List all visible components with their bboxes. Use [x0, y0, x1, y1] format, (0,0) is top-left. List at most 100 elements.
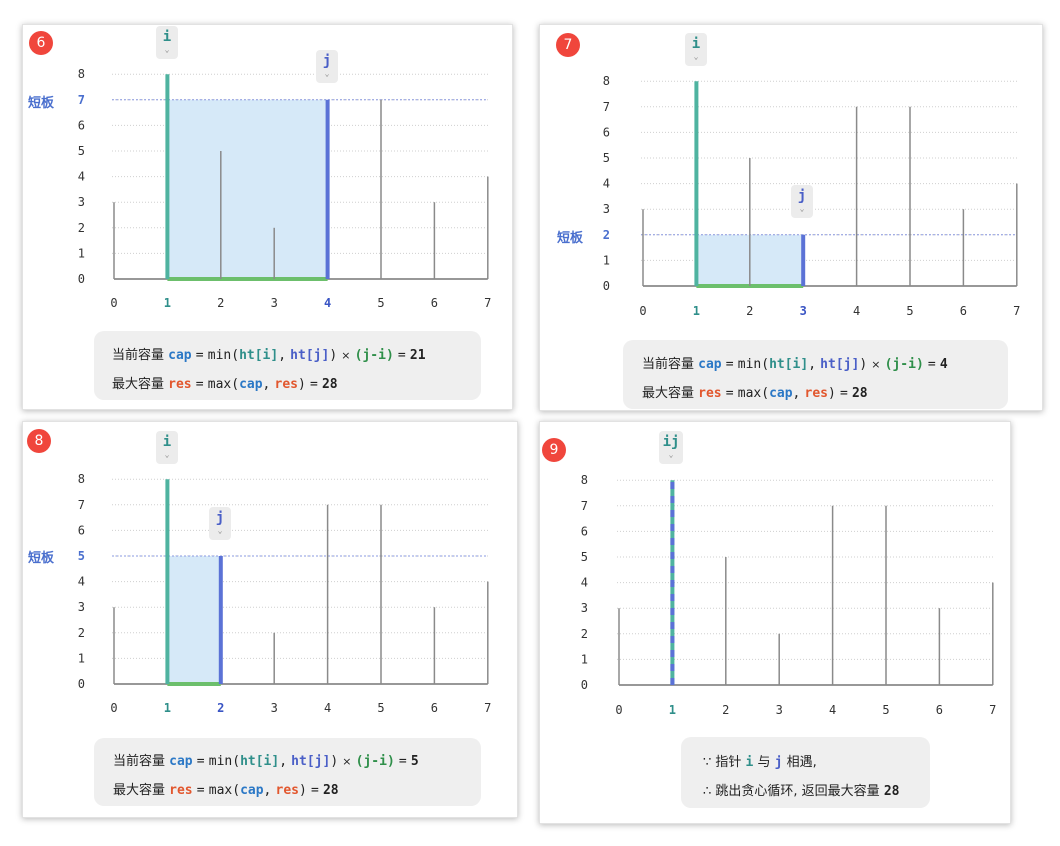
chevron-down-icon: ⌄: [164, 450, 170, 459]
step-badge: 6: [29, 31, 53, 55]
water-area: [167, 556, 221, 684]
panel-step-9: 0 1 2 3 4 5 6 7 8 0 1 2 3 4 5 6 7 9 ij ⌄ ∵ 指针 i 与 j 相遇, ∴…: [539, 421, 1011, 824]
pointer-j-label: j: [215, 510, 225, 526]
panel-step-8: 01234567801234567 8 i ⌄ j ⌄ 短板 当前容量 cap = …: [22, 421, 518, 818]
current-capacity-value: 4: [939, 357, 948, 372]
panel-step-7: 01234567801234567 7 i ⌄ j ⌄ 短板 当前容量 cap = …: [539, 24, 1043, 411]
x-tick-label: 0: [110, 296, 117, 310]
chevron-down-icon: ⌄: [693, 52, 699, 61]
chevron-down-icon: ⌄: [164, 45, 170, 54]
x-tick-label: 1: [693, 304, 700, 318]
x-tick-label: 5: [377, 296, 384, 310]
y-tick-label: 7: [78, 498, 85, 512]
x-tick-label: 6: [431, 701, 438, 715]
current-capacity-value: 5: [410, 754, 419, 769]
y-tick-label: 4: [78, 575, 85, 589]
x-tick-label: 5: [906, 304, 913, 318]
panel-step-6: 01234567801234567 6 i ⌄ j ⌄ 短板 当前容量 cap = …: [22, 24, 513, 410]
return-result-line: ∴ 跳出贪心循环, 返回最大容量 28: [703, 784, 900, 799]
y-tick-label: 8: [603, 74, 610, 88]
pointer-i: i ⌄: [685, 33, 707, 66]
y-tick-label: 7: [78, 93, 85, 107]
y-tick-label: 5: [581, 550, 588, 564]
conclusion-box: ∵ 指针 i 与 j 相遇, ∴ 跳出贪心循环, 返回最大容量 28: [681, 737, 930, 808]
y-tick-label: 8: [78, 472, 85, 486]
y-tick-label: 0: [78, 272, 85, 286]
x-tick-label: 3: [776, 703, 783, 717]
y-tick-label: 6: [581, 524, 588, 538]
x-tick-label: 7: [484, 701, 491, 715]
x-tick-label: 7: [484, 296, 491, 310]
x-tick-label: 4: [829, 703, 836, 717]
chevron-down-icon: ⌄: [217, 526, 223, 535]
x-tick-label: 6: [960, 304, 967, 318]
chevron-down-icon: ⌄: [324, 69, 330, 78]
pointers-meet-line: ∵ 指针 i 与 j 相遇,: [703, 755, 817, 770]
x-tick-label: 4: [324, 701, 331, 715]
y-tick-label: 3: [581, 601, 588, 615]
x-tick-label: 4: [853, 304, 860, 318]
y-tick-label: 6: [78, 118, 85, 132]
step-badge: 7: [556, 33, 580, 57]
x-tick-label: 5: [377, 701, 384, 715]
x-tick-label: 5: [882, 703, 889, 717]
max-capacity-line: 最大容量 res = max(cap, res) = 28: [113, 783, 339, 798]
max-capacity-value: 28: [321, 377, 338, 392]
pointer-j-label: j: [322, 53, 332, 69]
y-tick-label: 7: [581, 499, 588, 513]
current-capacity-value: 21: [409, 348, 426, 363]
formula-box: 当前容量 cap = min(ht[i], ht[j]) × (j-i) = 2…: [94, 331, 481, 400]
chevron-down-icon: ⌄: [799, 204, 805, 213]
y-tick-label: 3: [78, 600, 85, 614]
x-tick-label: 6: [936, 703, 943, 717]
x-tick-label: 1: [164, 701, 171, 715]
pointer-i-label: i: [162, 29, 172, 45]
y-tick-label: 3: [603, 202, 610, 216]
x-tick-label: 2: [217, 701, 224, 715]
y-tick-label: 4: [603, 177, 610, 191]
pointer-j: j ⌄: [316, 50, 338, 83]
pointer-j: j ⌄: [791, 185, 813, 218]
chevron-down-icon: ⌄: [668, 450, 674, 459]
y-tick-label: 8: [78, 67, 85, 81]
x-tick-label: 3: [271, 296, 278, 310]
y-tick-label: 2: [78, 626, 85, 640]
y-tick-label: 5: [603, 151, 610, 165]
y-tick-label: 4: [78, 170, 85, 184]
step-badge: 9: [542, 438, 566, 462]
y-tick-label: 4: [581, 576, 588, 590]
y-tick-label: 1: [581, 652, 588, 666]
pointer-i-label: i: [691, 36, 701, 52]
max-capacity-value: 28: [851, 386, 868, 401]
pointer-j: j ⌄: [209, 507, 231, 540]
x-tick-label: 2: [746, 304, 753, 318]
x-tick-label: 7: [989, 703, 996, 717]
y-tick-label: 8: [581, 473, 588, 487]
pointer-j-label: j: [797, 188, 807, 204]
short-board-label: 短板: [28, 96, 55, 111]
y-tick-label: 5: [78, 144, 85, 158]
formula-box: 当前容量 cap = min(ht[i], ht[j]) × (j-i) = 5…: [94, 738, 481, 806]
current-capacity-line: 当前容量 cap = min(ht[i], ht[j]) × (j-i) = 2…: [112, 348, 426, 363]
pointer-i-label: i: [162, 434, 172, 450]
x-tick-label: 0: [110, 701, 117, 715]
max-capacity-line: 最大容量 res = max(cap, res) = 28: [642, 386, 868, 401]
max-capacity-line: 最大容量 res = max(cap, res) = 28: [112, 377, 338, 392]
y-tick-label: 6: [78, 523, 85, 537]
x-tick-label: 2: [722, 703, 729, 717]
x-tick-label: 4: [324, 296, 331, 310]
y-tick-label: 1: [78, 651, 85, 665]
y-tick-label: 5: [78, 549, 85, 563]
y-tick-label: 0: [78, 677, 85, 691]
y-tick-label: 1: [603, 253, 610, 267]
y-tick-label: 2: [581, 627, 588, 641]
y-tick-label: 6: [603, 125, 610, 139]
formula-box: 当前容量 cap = min(ht[i], ht[j]) × (j-i) = 4…: [623, 340, 1008, 409]
max-capacity-value: 28: [883, 784, 900, 799]
y-tick-label: 7: [603, 100, 610, 114]
x-tick-label: 7: [1013, 304, 1020, 318]
pointer-ij: ij ⌄: [659, 431, 683, 464]
current-capacity-line: 当前容量 cap = min(ht[i], ht[j]) × (j-i) = 5: [113, 754, 419, 769]
x-tick-label: 0: [639, 304, 646, 318]
max-capacity-value: 28: [322, 783, 339, 798]
